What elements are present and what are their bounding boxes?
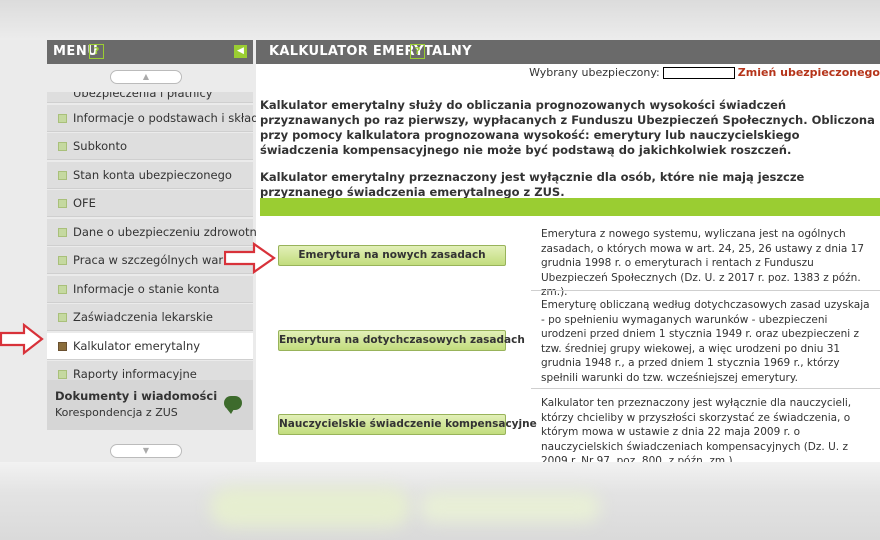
menu-item-informacje-o-podstawach[interactable]: Informacje o podstawach i składkach (47, 104, 286, 132)
redacted-name (662, 67, 735, 79)
calculator-description: Kalkulator ten przeznaczony jest wyłączn… (541, 397, 852, 467)
documents-subtitle[interactable]: Korespondencja z ZUS (55, 406, 178, 419)
calculator-description: Emeryturę obliczaną według dotychczasowy… (541, 299, 870, 384)
bullet-icon (58, 313, 67, 322)
bullet-icon (58, 170, 67, 180)
selected-insured-label: Wybrany ubezpieczony: (529, 66, 660, 79)
menu-item-label: OFE (73, 196, 96, 210)
menu-item-zaswiadczenia-lekarskie[interactable]: Zaświadczenia lekarskie (47, 304, 253, 331)
intro-paragraph: Kalkulator emerytalny służy do obliczani… (260, 98, 875, 157)
help-icon[interactable]: ? (410, 44, 425, 59)
selected-insured-row: Wybrany ubezpieczony: Zmień ubezpieczoneg… (529, 66, 880, 79)
menu-item-ofe[interactable]: OFE (47, 190, 253, 217)
menu-item-label: Informacje o stanie konta (73, 281, 220, 296)
bullet-icon (58, 341, 67, 351)
bullet-icon (58, 370, 67, 379)
menu-item-label: Zaświadczenia lekarskie (73, 310, 213, 324)
menu-item-label: Ubezpieczenia i płatnicy (73, 92, 213, 100)
help-icon[interactable]: ? (89, 44, 104, 59)
menu-item-label: Informacje o podstawach i składkach (73, 110, 286, 125)
background-blur-top (0, 0, 880, 40)
menu-item-label: Stan konta ubezpieczonego (73, 167, 232, 182)
main-header: KALKULATOR EMERYTALNY ? (256, 40, 880, 64)
section-bar (260, 198, 880, 216)
menu-item-label: Subkonto (73, 139, 128, 153)
arrow-icon (224, 241, 276, 275)
scroll-up-button[interactable]: ▲ (110, 70, 182, 84)
menu-item-informacje-o-stanie-konta[interactable]: Informacje o stanie konta (47, 275, 253, 303)
menu-item-label: Dane o ubezpieczeniu zdrowotnym (73, 224, 275, 239)
menu-item-stan-konta-ubezpieczonego[interactable]: Stan konta ubezpieczonego (47, 161, 253, 189)
bullet-icon (58, 199, 67, 208)
blur-shape (210, 487, 410, 527)
old-rules-pension-button[interactable]: Emerytura na dotychczasowych zasadach (278, 330, 525, 351)
main-panel: KALKULATOR EMERYTALNY ? Wybrany ubezpiec… (256, 40, 880, 467)
bullet-icon (58, 256, 67, 265)
menu-item-kalkulator-emerytalny[interactable]: Kalkulator emerytalny (47, 332, 253, 360)
menu-item-label: Kalkulator emerytalny (73, 338, 201, 353)
menu-item-ubezpieczenie-zdrowotne[interactable]: Dane o ubezpieczeniu zdrowotnym (47, 218, 275, 246)
chat-bubble-icon (224, 396, 242, 414)
intro-text: Kalkulator emerytalny służy do obliczani… (260, 98, 878, 212)
teacher-compensation-button[interactable]: Nauczycielskie świadczenie kompensacyjne (278, 414, 537, 435)
bullet-icon (58, 113, 67, 123)
intro-paragraph: Kalkulator emerytalny przeznaczony jest … (260, 170, 805, 199)
bullet-icon (58, 227, 67, 237)
menu-item-label: Raporty informacyjne (73, 367, 197, 381)
collapse-icon[interactable]: ◀ (234, 45, 247, 58)
menu-item-praca-w-szczegolnych-warunkach[interactable]: Praca w szczególnych warunkach (47, 247, 265, 274)
menu-list: Ubezpieczenia i płatnicy Informacje o po… (47, 92, 286, 390)
change-insured-link[interactable]: Zmień ubezpieczonego (738, 66, 880, 79)
menu-item-subkonto[interactable]: Subkonto (47, 133, 253, 160)
arrow-icon (0, 322, 44, 356)
page-title: KALKULATOR EMERYTALNY (269, 44, 472, 59)
bullet-icon (58, 284, 67, 294)
menu-item-ubezpieczenia[interactable]: Ubezpieczenia i płatnicy (47, 92, 253, 103)
calculator-description: Emerytura z nowego systemu, wyliczana je… (541, 228, 865, 298)
documents-panel[interactable]: Dokumenty i wiadomości Korespondencja z … (47, 380, 253, 430)
divider (531, 388, 880, 389)
new-rules-pension-button[interactable]: Emerytura na nowych zasadach (278, 245, 506, 266)
documents-title: Dokumenty i wiadomości (55, 389, 218, 403)
background-blur-bottom (0, 462, 880, 540)
menu-header: MENU ? ◀ (47, 40, 253, 64)
bullet-icon (58, 142, 67, 151)
blur-shape (420, 492, 600, 522)
scroll-down-button[interactable]: ▼ (110, 444, 182, 458)
divider (531, 290, 880, 291)
sidebar: MENU ? ◀ ▲ Ubezpieczenia i płatnicy Info… (0, 40, 286, 462)
